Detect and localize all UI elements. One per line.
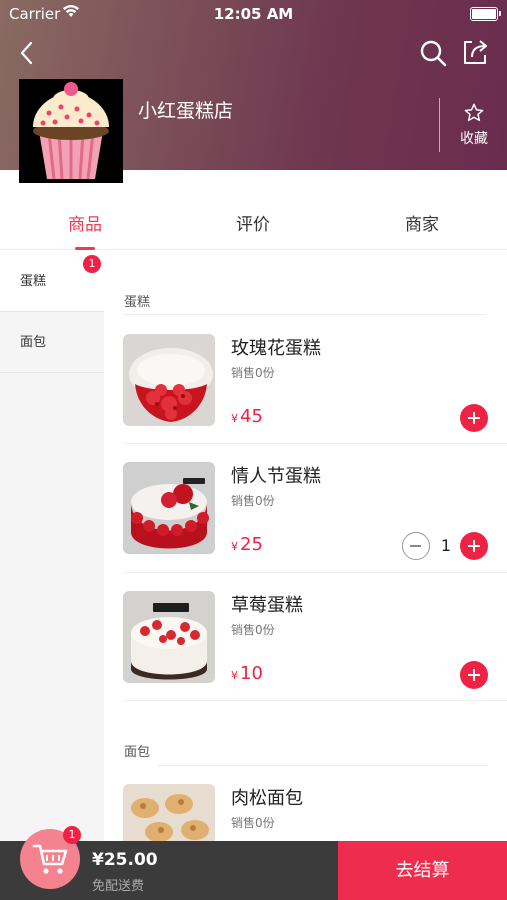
- share-icon[interactable]: [460, 37, 490, 67]
- tab-products[interactable]: 商品: [45, 210, 125, 235]
- cart-total: ¥25.00: [92, 850, 158, 870]
- product-price: ¥45: [231, 406, 263, 427]
- tab-bar: 商品 评价 商家: [0, 190, 507, 250]
- currency-symbol: ¥: [231, 412, 238, 425]
- category-item-bread[interactable]: 面包: [0, 312, 104, 373]
- section-title: 面包: [124, 745, 151, 760]
- section-title: 蛋糕: [124, 295, 151, 310]
- search-icon[interactable]: [418, 38, 448, 68]
- delivery-fee-note: 免配送费: [92, 879, 145, 894]
- add-to-cart-button[interactable]: [460, 532, 488, 560]
- favorite-button[interactable]: 收藏: [452, 102, 496, 148]
- shop-logo: [19, 79, 123, 183]
- price-value: 25: [240, 534, 263, 555]
- product-image: [123, 784, 215, 841]
- product-sales: 销售0份: [231, 494, 275, 508]
- currency-symbol: ¥: [231, 540, 238, 553]
- shop-header: Carrier 12:05 AM 小红蛋糕店 收藏: [0, 0, 507, 183]
- clock: 12:05 AM: [213, 5, 294, 23]
- currency-symbol: ¥: [231, 669, 238, 682]
- product-image: [123, 462, 215, 554]
- product-name: 玫瑰花蛋糕: [231, 338, 321, 359]
- star-icon: [464, 103, 484, 122]
- product-price: ¥25: [231, 534, 263, 555]
- favorite-label: 收藏: [460, 131, 488, 147]
- category-item-cake[interactable]: 蛋糕 1: [0, 251, 104, 312]
- item-divider: [124, 443, 507, 444]
- add-to-cart-button[interactable]: [460, 661, 488, 689]
- product-sales: 销售0份: [231, 816, 275, 830]
- category-label: 蛋糕: [20, 274, 47, 289]
- header-divider: [439, 98, 440, 152]
- item-divider: [124, 700, 507, 701]
- product-item[interactable]: 情人节蛋糕 销售0份 ¥25 1: [104, 462, 507, 590]
- product-name: 情人节蛋糕: [231, 466, 321, 487]
- shop-name: 小红蛋糕店: [138, 100, 234, 122]
- add-to-cart-button[interactable]: [460, 404, 488, 432]
- checkout-button[interactable]: 去结算: [338, 841, 507, 900]
- product-sales: 销售0份: [231, 366, 275, 380]
- product-list[interactable]: 蛋糕 玫瑰花蛋糕 销售0份 ¥45 情人节蛋糕 销售0份 ¥ 25 1 草莓蛋糕…: [104, 251, 507, 841]
- back-arrow-icon[interactable]: [14, 38, 40, 68]
- tab-reviews[interactable]: 评价: [213, 210, 293, 235]
- remove-from-cart-button[interactable]: [402, 532, 430, 560]
- tab-active-indicator: [75, 247, 95, 250]
- product-name: 肉松面包: [231, 788, 303, 809]
- product-image: [123, 334, 215, 426]
- category-badge: 1: [83, 255, 101, 273]
- product-image: [123, 591, 215, 683]
- section-divider: [158, 765, 488, 766]
- product-item[interactable]: 肉松面包 销售0份: [104, 784, 507, 841]
- tab-merchant[interactable]: 商家: [382, 210, 462, 235]
- shop-page: Carrier 12:05 AM 小红蛋糕店 收藏 商品 评价 商家 蛋糕 1 …: [0, 0, 507, 900]
- product-sales: 销售0份: [231, 623, 275, 637]
- price-value: 45: [240, 406, 263, 427]
- cart-count-badge: 1: [63, 826, 81, 844]
- category-sidebar: 蛋糕 1 面包: [0, 251, 104, 900]
- quantity-value: 1: [440, 536, 452, 555]
- product-price: ¥10: [231, 663, 263, 684]
- shopping-cart-icon: [32, 844, 68, 874]
- category-label: 面包: [20, 335, 47, 350]
- section-divider: [124, 314, 486, 315]
- product-name: 草莓蛋糕: [231, 595, 303, 616]
- battery-icon: [470, 7, 501, 21]
- status-bar: Carrier 12:05 AM: [0, 0, 507, 28]
- price-value: 10: [240, 663, 263, 684]
- item-divider: [124, 572, 507, 573]
